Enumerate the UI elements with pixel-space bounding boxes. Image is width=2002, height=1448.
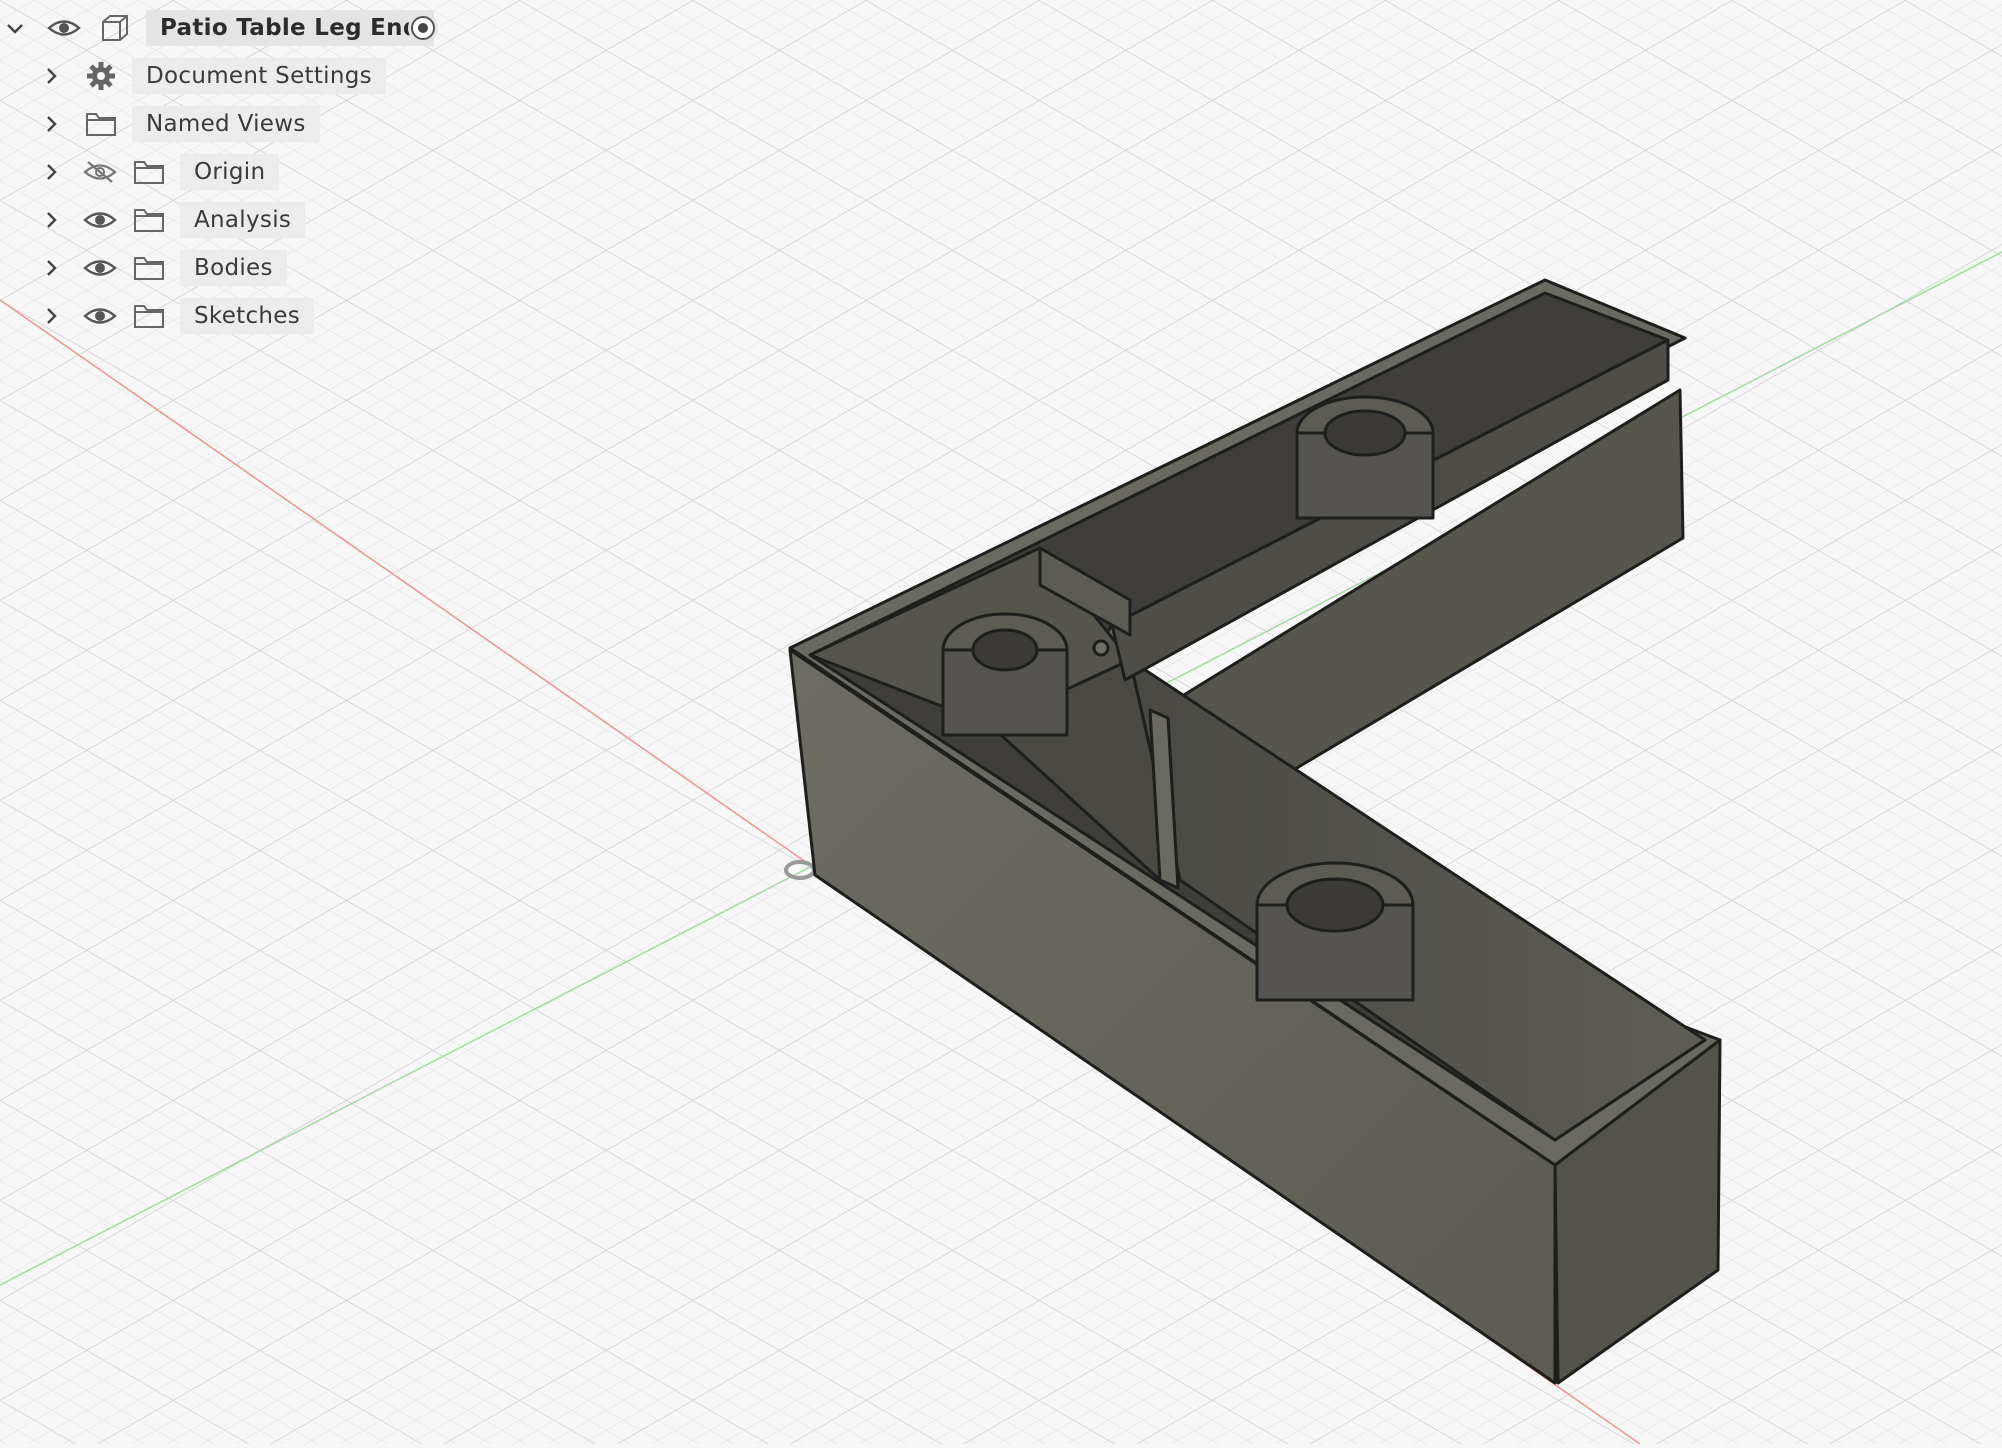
browser-item-label[interactable]: Bodies (180, 250, 287, 286)
browser-item-named-views[interactable]: Named Views (0, 100, 460, 148)
folder-icon (134, 161, 164, 184)
browser-item-label[interactable]: Analysis (180, 202, 306, 238)
component-icon (102, 15, 128, 41)
chevron-down-icon[interactable] (2, 15, 28, 41)
browser-item-sketches[interactable]: Sketches (0, 292, 460, 340)
eye-icon[interactable] (82, 303, 118, 329)
browser-item-analysis[interactable]: Analysis (0, 196, 460, 244)
browser-item-bodies[interactable]: Bodies (0, 244, 460, 292)
browser-item-label[interactable]: Sketches (180, 298, 315, 334)
browser-item-label[interactable]: Document Settings (132, 58, 386, 94)
eye-icon[interactable] (82, 207, 118, 233)
activate-radio-button[interactable] (408, 13, 438, 43)
radio-active-icon (411, 16, 435, 40)
folder-icon (134, 209, 164, 232)
eye-icon[interactable] (82, 255, 118, 281)
chevron-right-icon[interactable] (38, 111, 64, 137)
browser-root-row[interactable]: Patio Table Leg End (0, 4, 460, 52)
chevron-right-icon[interactable] (38, 255, 64, 281)
browser-root-label[interactable]: Patio Table Leg End (146, 10, 434, 46)
chevron-right-icon[interactable] (38, 303, 64, 329)
browser-item-document-settings[interactable]: Document Settings (0, 52, 460, 100)
chevron-right-icon[interactable] (38, 159, 64, 185)
chevron-right-icon[interactable] (38, 63, 64, 89)
folder-icon (134, 257, 164, 280)
folder-icon (86, 113, 116, 136)
browser-tree: Patio Table Leg End Document Settings Na… (0, 0, 460, 345)
eye-hidden-icon[interactable] (82, 159, 118, 185)
browser-item-label[interactable]: Origin (180, 154, 280, 190)
folder-icon (134, 305, 164, 328)
gear-icon (87, 62, 115, 90)
eye-icon[interactable] (46, 15, 82, 41)
browser-item-origin[interactable]: Origin (0, 148, 460, 196)
chevron-right-icon[interactable] (38, 207, 64, 233)
browser-item-label[interactable]: Named Views (132, 106, 320, 142)
